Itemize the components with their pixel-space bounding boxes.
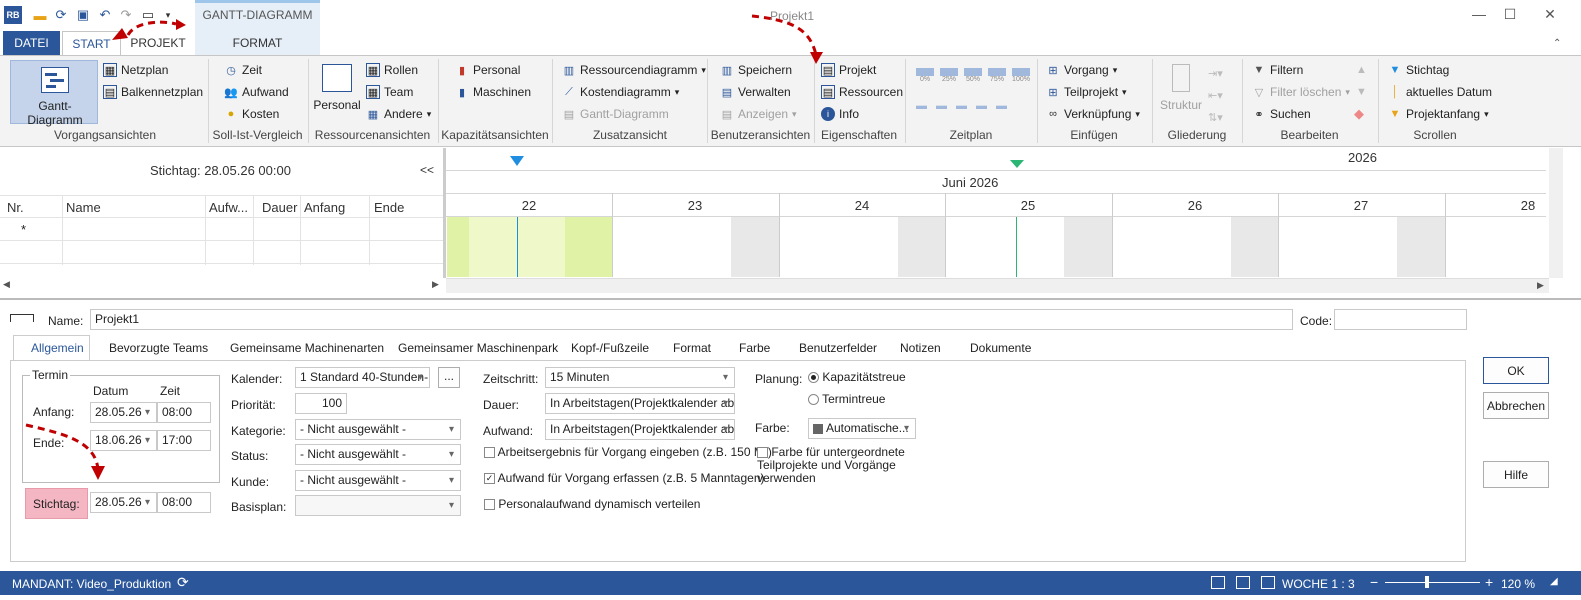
annotation-arrows: [25, 14, 823, 480]
zoom-slider-thumb[interactable]: [1425, 576, 1429, 588]
view-grid-icon[interactable]: [1236, 576, 1250, 589]
view-normal-icon[interactable]: [1211, 576, 1225, 589]
view-zoom-icon[interactable]: [1261, 576, 1275, 589]
zoom-in-button[interactable]: +: [1485, 574, 1493, 590]
woche-label: WOCHE 1 : 3: [1282, 577, 1355, 591]
sync-icon[interactable]: ⟳: [177, 574, 189, 591]
zoom-level: 120 %: [1501, 577, 1536, 591]
zoom-out-button[interactable]: −: [1370, 574, 1378, 590]
zoom-slider[interactable]: [1385, 582, 1480, 583]
mandant-label: MANDANT: Video_Produktion: [12, 577, 172, 591]
resize-grip-icon[interactable]: ◢: [1550, 576, 1558, 587]
